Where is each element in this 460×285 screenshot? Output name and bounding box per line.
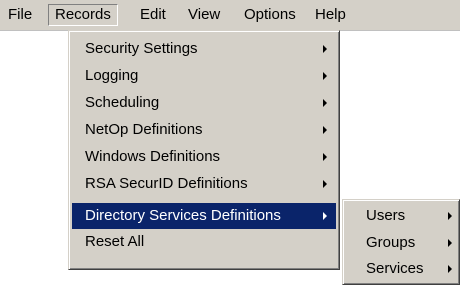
menu-help[interactable]: Help	[309, 4, 352, 26]
menu-item-rsa-securid-definitions[interactable]: RSA SecurID Definitions	[72, 171, 336, 197]
menu-item-scheduling[interactable]: Scheduling	[72, 90, 336, 116]
menu-view[interactable]: View	[182, 4, 226, 26]
submenu-arrow-icon	[323, 72, 327, 80]
records-dropdown: Security Settings Logging Scheduling Net…	[68, 30, 340, 270]
submenu-arrow-icon	[323, 153, 327, 161]
submenu-item-services[interactable]: Services	[346, 256, 456, 282]
submenu-item-label: Groups	[366, 234, 416, 251]
submenu-item-label: Users	[366, 207, 406, 224]
menu-item-security-settings[interactable]: Security Settings	[72, 36, 336, 62]
submenu-arrow-icon	[448, 212, 452, 220]
menu-view-label: View	[188, 6, 221, 23]
menu-options[interactable]: Options	[238, 4, 302, 26]
menu-item-label: NetOp Definitions	[85, 121, 203, 138]
submenu-item-groups[interactable]: Groups	[346, 230, 456, 256]
menu-item-reset-all[interactable]: Reset All	[72, 229, 336, 255]
menu-item-directory-services-definitions[interactable]: Directory Services Definitions	[72, 203, 336, 229]
submenu-arrow-icon	[448, 265, 452, 273]
submenu-item-users[interactable]: Users	[346, 203, 456, 229]
menu-item-label: Reset All	[85, 233, 145, 250]
submenu-arrow-icon	[323, 212, 327, 220]
menu-item-label: Security Settings	[85, 40, 198, 57]
menu-file-label: File	[8, 6, 33, 23]
submenu-arrow-icon	[323, 126, 327, 134]
menu-file[interactable]: File	[2, 4, 38, 26]
menu-item-label: Logging	[85, 67, 139, 84]
menu-help-label: Help	[315, 6, 346, 23]
menu-records-label: Records	[55, 6, 111, 23]
submenu-item-label: Services	[366, 260, 424, 277]
submenu-arrow-icon	[323, 99, 327, 107]
submenu-arrow-icon	[323, 45, 327, 53]
submenu-arrow-icon	[323, 180, 327, 188]
menu-item-label: Scheduling	[85, 94, 160, 111]
menu-item-label: Directory Services Definitions	[85, 207, 281, 224]
menu-options-label: Options	[244, 6, 296, 23]
menu-item-windows-definitions[interactable]: Windows Definitions	[72, 144, 336, 170]
menu-records[interactable]: Records	[48, 4, 118, 26]
menu-edit-label: Edit	[140, 6, 166, 23]
menu-bar: File Records Edit View Options Help	[0, 0, 460, 31]
submenu-arrow-icon	[448, 239, 452, 247]
menu-item-label: RSA SecurID Definitions	[85, 175, 248, 192]
menu-item-netop-definitions[interactable]: NetOp Definitions	[72, 117, 336, 143]
directory-services-submenu: Users Groups Services	[342, 199, 460, 285]
menu-edit[interactable]: Edit	[134, 4, 172, 26]
menu-item-label: Windows Definitions	[85, 148, 221, 165]
menu-item-logging[interactable]: Logging	[72, 63, 336, 89]
